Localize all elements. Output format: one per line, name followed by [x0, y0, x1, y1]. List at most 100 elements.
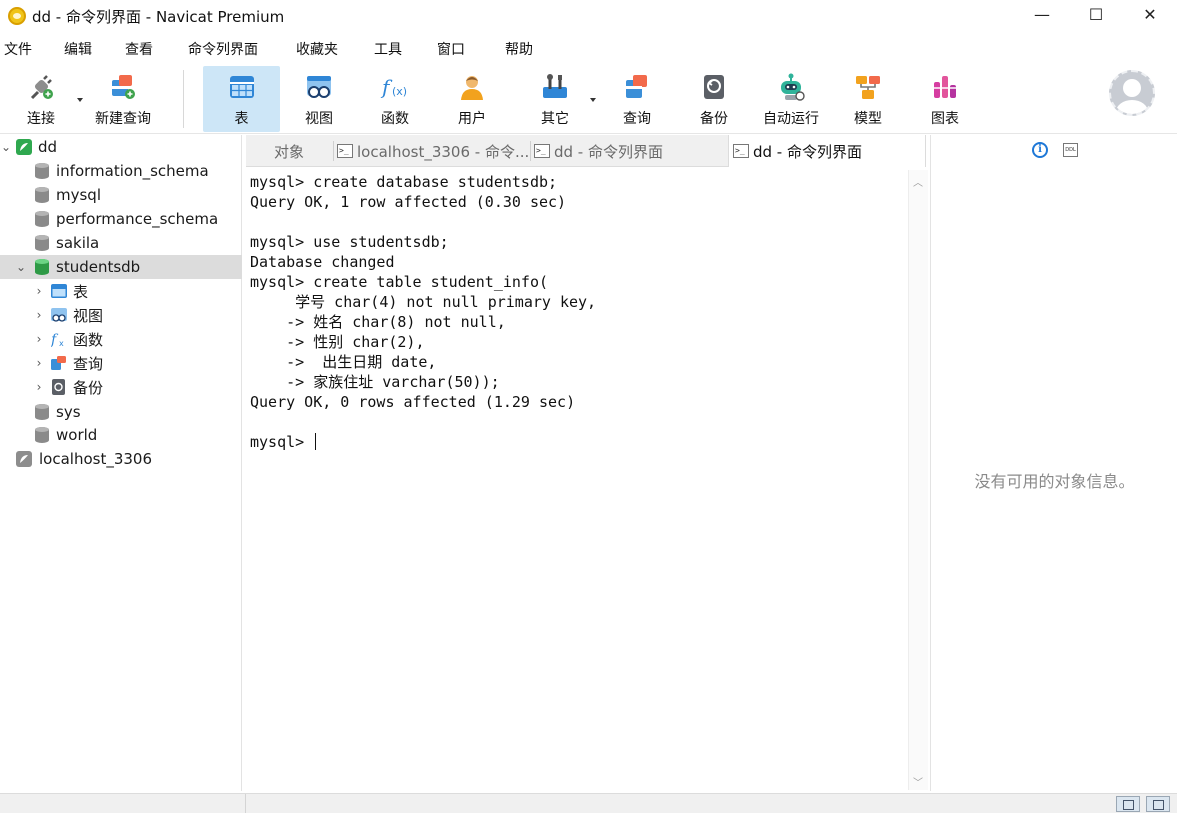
chevron-right-icon[interactable]: ›: [33, 356, 45, 370]
menu-tools[interactable]: 工具: [370, 39, 406, 59]
maximize-button[interactable]: ☐: [1069, 0, 1123, 28]
chart-button[interactable]: 图表: [916, 66, 974, 132]
tree-db-label: sys: [56, 403, 81, 421]
user-icon: [457, 72, 487, 102]
tree-connection-label: dd: [38, 138, 58, 156]
connect-button[interactable]: 连接: [12, 66, 70, 132]
mysql-console[interactable]: mysql> create database studentsdb; Query…: [246, 170, 908, 790]
query-button[interactable]: 查询: [608, 66, 666, 132]
other-dropdown-arrow[interactable]: [590, 98, 596, 102]
ddl-icon[interactable]: DDL: [1063, 143, 1078, 157]
model-icon: [853, 72, 883, 102]
tree-db-performance-schema[interactable]: performance_schema: [0, 207, 242, 231]
console-prompt: mysql>: [250, 433, 314, 451]
connect-label: 连接: [27, 111, 55, 127]
object-info-panel: i DDL 没有可用的对象信息。: [930, 135, 1177, 791]
function-icon: f (x): [380, 72, 410, 102]
connect-dropdown-arrow[interactable]: [77, 98, 83, 102]
tab-dd-console[interactable]: >_ dd - 命令列界面: [534, 135, 726, 167]
minimize-button[interactable]: —: [1015, 0, 1069, 28]
tree-connection-dd[interactable]: ⌄ dd: [0, 135, 242, 159]
tree-db-mysql[interactable]: mysql: [0, 183, 242, 207]
robot-icon: [776, 72, 806, 102]
table-button[interactable]: 表: [203, 66, 280, 132]
window-title: dd - 命令列界面 - Navicat Premium: [32, 7, 285, 26]
tree-connection-localhost[interactable]: localhost_3306: [0, 447, 242, 471]
tree-db-label: information_schema: [56, 162, 209, 180]
console-icon: >_: [534, 144, 550, 158]
console-scrollbar[interactable]: ︿ ﹀: [908, 170, 928, 790]
info-icon[interactable]: i: [1032, 142, 1048, 158]
query-label: 查询: [623, 111, 651, 127]
tree-connection-label: localhost_3306: [39, 450, 153, 468]
main-toolbar: 连接 新建查询 表 视图 f (x) 函数 用户 其它 查询 备份 自动运行 模…: [0, 64, 1177, 134]
tree-db-world[interactable]: world: [0, 423, 242, 447]
scroll-up-icon[interactable]: ︿: [913, 174, 923, 189]
text-cursor: [315, 433, 317, 450]
tree-item-queries[interactable]: › 查询: [0, 351, 242, 375]
menu-help[interactable]: 帮助: [501, 39, 537, 59]
tree-item-label: 备份: [73, 378, 104, 397]
console-line: Database changed: [250, 253, 395, 271]
tab-dd-console-active[interactable]: >_ dd - 命令列界面: [728, 135, 926, 167]
no-object-info-message: 没有可用的对象信息。: [974, 472, 1135, 491]
user-button[interactable]: 用户: [443, 66, 501, 132]
tab-label: dd - 命令列界面: [753, 142, 862, 161]
tree-db-sys[interactable]: sys: [0, 400, 242, 424]
automation-button[interactable]: 自动运行: [757, 66, 825, 132]
tree-db-studentsdb[interactable]: ⌄ studentsdb: [0, 255, 242, 279]
other-button[interactable]: 其它: [526, 66, 584, 132]
chevron-right-icon[interactable]: ›: [33, 332, 45, 346]
scroll-down-icon[interactable]: ﹀: [913, 774, 923, 789]
model-button[interactable]: 模型: [839, 66, 897, 132]
tab-separator: [333, 141, 334, 161]
tab-localhost-console[interactable]: >_ localhost_3306 - 命令...: [337, 135, 529, 167]
function-button[interactable]: f (x) 函数: [366, 66, 424, 132]
status-bar: [0, 793, 1177, 813]
menu-file[interactable]: 文件: [0, 39, 36, 59]
layout-toggle-right-button[interactable]: [1146, 796, 1170, 812]
connection-closed-icon: [16, 451, 32, 467]
chevron-down-icon[interactable]: ⌄: [15, 260, 27, 274]
menu-window[interactable]: 窗口: [433, 39, 469, 59]
tree-item-label: 视图: [73, 306, 104, 325]
tools-icon: [540, 72, 570, 102]
console-prompt-line[interactable]: mysql>: [250, 432, 317, 452]
tree-db-label: performance_schema: [56, 210, 219, 228]
menu-view[interactable]: 查看: [121, 39, 157, 59]
console-line: mysql> create database studentsdb;: [250, 173, 558, 191]
view-icon: [304, 72, 334, 102]
tree-item-tables[interactable]: › 表: [0, 279, 242, 303]
plug-icon: [26, 72, 56, 102]
backup-button[interactable]: 备份: [685, 66, 743, 132]
tab-objects[interactable]: 对象: [274, 135, 334, 167]
model-label: 模型: [854, 111, 882, 127]
layout-toggle-left-button[interactable]: [1116, 796, 1140, 812]
window-controls: — ☐ ✕: [1015, 0, 1177, 32]
function-label: 函数: [381, 111, 409, 127]
menu-console[interactable]: 命令列界面: [184, 39, 262, 59]
tree-item-functions[interactable]: › fx 函数: [0, 327, 242, 351]
tree-db-information-schema[interactable]: information_schema: [0, 159, 242, 183]
chevron-right-icon[interactable]: ›: [33, 308, 45, 322]
menu-edit[interactable]: 编辑: [60, 39, 96, 59]
menu-bar: 文件 编辑 查看 命令列界面 收藏夹 工具 窗口 帮助: [0, 36, 1177, 62]
chevron-right-icon[interactable]: ›: [33, 284, 45, 298]
menu-favorites[interactable]: 收藏夹: [292, 39, 342, 59]
user-avatar[interactable]: [1109, 70, 1155, 116]
toolbar-separator: [183, 70, 184, 128]
new-query-button[interactable]: 新建查询: [88, 66, 158, 132]
view-button[interactable]: 视图: [290, 66, 348, 132]
tree-item-backups[interactable]: › 备份: [0, 375, 242, 399]
table-icon: [227, 72, 257, 102]
tree-item-views[interactable]: › 视图: [0, 303, 242, 327]
chevron-down-icon[interactable]: ⌄: [0, 140, 12, 154]
tree-item-label: 表: [73, 282, 89, 301]
tree-db-sakila[interactable]: sakila: [0, 231, 242, 255]
view-label: 视图: [305, 111, 333, 127]
tree-db-label: mysql: [56, 186, 101, 204]
database-icon: [35, 235, 49, 251]
chevron-right-icon[interactable]: ›: [33, 380, 45, 394]
user-label: 用户: [458, 111, 486, 127]
close-button[interactable]: ✕: [1123, 0, 1177, 28]
